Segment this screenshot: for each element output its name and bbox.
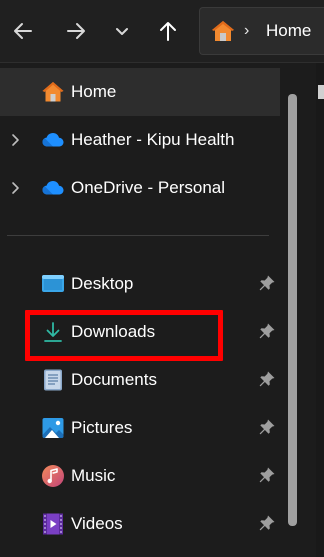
pin-icon[interactable] bbox=[258, 418, 276, 436]
videos-icon bbox=[43, 513, 63, 535]
nav-item-videos[interactable]: Videos bbox=[0, 500, 280, 548]
nav-item-label: Downloads bbox=[71, 322, 156, 341]
pictures-icon bbox=[42, 418, 64, 438]
scrollbar-thumb[interactable] bbox=[288, 94, 297, 526]
toolbar: › Home bbox=[0, 0, 324, 62]
address-bar[interactable]: › Home bbox=[199, 7, 324, 55]
documents-icon bbox=[44, 369, 62, 391]
pin-icon[interactable] bbox=[258, 322, 276, 340]
file-explorer-window: › Home Home Heather - Kipu Health OneDri… bbox=[0, 0, 324, 557]
navigation-pane: Home Heather - Kipu Health OneDrive - Pe… bbox=[0, 63, 324, 557]
nav-item-label: Pictures bbox=[71, 418, 133, 437]
nav-item-label: Heather - Kipu Health bbox=[71, 130, 235, 149]
home-icon bbox=[42, 82, 64, 102]
download-icon bbox=[44, 322, 62, 342]
chevron-right-icon[interactable] bbox=[9, 181, 23, 195]
arrow-up-icon bbox=[160, 22, 176, 41]
nav-item-documents[interactable]: Documents bbox=[0, 356, 280, 404]
pin-icon[interactable] bbox=[258, 274, 276, 292]
music-icon bbox=[42, 465, 64, 487]
nav-item-pictures[interactable]: Pictures bbox=[0, 404, 280, 452]
pin-icon[interactable] bbox=[258, 370, 276, 388]
content-pane-edge bbox=[316, 63, 324, 557]
section-divider bbox=[7, 235, 269, 236]
nav-item-onedrive-personal[interactable]: OneDrive - Personal bbox=[0, 164, 280, 212]
nav-item-label: Music bbox=[71, 466, 116, 485]
up-button[interactable] bbox=[150, 11, 186, 51]
nav-item-desktop[interactable]: Desktop bbox=[0, 260, 280, 308]
desktop-icon bbox=[42, 275, 64, 292]
arrow-left-icon bbox=[14, 23, 32, 39]
breadcrumb-home[interactable]: Home bbox=[266, 21, 311, 41]
cloud-icon bbox=[42, 133, 64, 147]
nav-item-label: OneDrive - Personal bbox=[71, 178, 226, 197]
pin-icon[interactable] bbox=[258, 466, 276, 484]
home-icon bbox=[212, 21, 234, 41]
nav-item-label: Home bbox=[71, 82, 117, 101]
pin-icon[interactable] bbox=[258, 514, 276, 532]
cloud-icon bbox=[42, 181, 64, 195]
recent-locations-button[interactable] bbox=[104, 11, 140, 51]
nav-item-label: Documents bbox=[71, 370, 157, 389]
nav-item-label: Videos bbox=[71, 514, 123, 533]
nav-item-heather-kipu-health[interactable]: Heather - Kipu Health bbox=[0, 116, 280, 164]
back-button[interactable] bbox=[5, 11, 41, 51]
chevron-right-icon[interactable] bbox=[9, 133, 23, 147]
nav-item-home[interactable]: Home bbox=[0, 68, 280, 116]
nav-item-label: Desktop bbox=[71, 274, 134, 293]
breadcrumb-separator: › bbox=[244, 22, 250, 39]
nav-item-downloads[interactable]: Downloads bbox=[0, 308, 280, 356]
chevron-down-icon bbox=[116, 28, 128, 35]
nav-item-music[interactable]: Music bbox=[0, 452, 280, 500]
arrow-right-icon bbox=[67, 23, 85, 39]
forward-button[interactable] bbox=[58, 11, 94, 51]
content-pane-edge-mark bbox=[318, 85, 324, 99]
